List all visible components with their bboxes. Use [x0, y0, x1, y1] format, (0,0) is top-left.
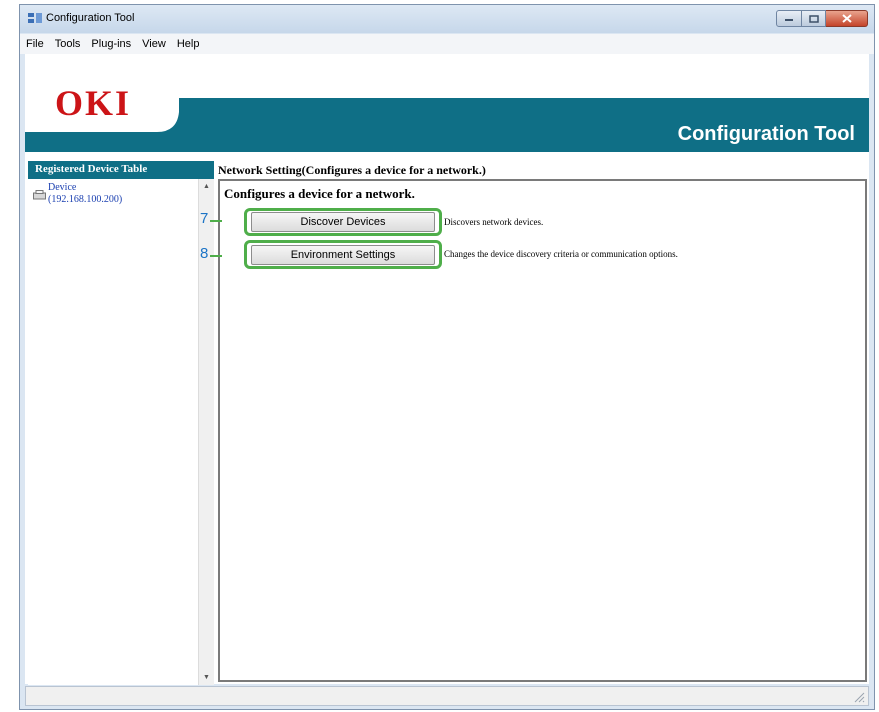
- environment-settings-button[interactable]: Environment Settings: [251, 245, 435, 265]
- maximize-button[interactable]: [802, 10, 826, 27]
- device-item-name[interactable]: Device: [48, 182, 76, 193]
- window-title: Configuration Tool: [46, 12, 135, 24]
- close-icon: [841, 14, 852, 23]
- network-setting-panel: Configures a device for a network. 7 Dis…: [200, 179, 867, 682]
- minimize-icon: [785, 18, 793, 21]
- printer-icon: [33, 190, 46, 200]
- app-icon: [28, 13, 42, 23]
- discover-devices-button[interactable]: Discover Devices: [251, 212, 435, 232]
- close-button[interactable]: [826, 10, 868, 27]
- menu-view[interactable]: View: [142, 38, 166, 50]
- menu-help[interactable]: Help: [177, 38, 200, 50]
- discover-devices-description: Discovers network devices.: [444, 217, 544, 227]
- environment-settings-description: Changes the device discovery criteria or…: [444, 249, 678, 259]
- scroll-up-arrow-icon[interactable]: ▲: [203, 183, 210, 190]
- menu-tools[interactable]: Tools: [55, 38, 81, 50]
- callout-number: 7: [200, 210, 209, 227]
- client-area: OKI Configuration Tool Registered Device…: [25, 54, 869, 685]
- app-window: Configuration Tool File Tools Plug-ins V…: [19, 4, 875, 710]
- resize-grip-icon[interactable]: [853, 691, 865, 703]
- callout-line: [210, 255, 222, 257]
- banner-title: Configuration Tool: [677, 123, 855, 145]
- title-bar[interactable]: Configuration Tool: [20, 5, 874, 33]
- menu-bar: File Tools Plug-ins View Help: [20, 34, 874, 54]
- header-banner: OKI Configuration Tool: [25, 54, 869, 152]
- status-bar: [25, 686, 869, 706]
- scroll-down-arrow-icon[interactable]: ▼: [203, 674, 210, 681]
- callout-line: [210, 220, 222, 222]
- panel-heading: Configures a device for a network.: [224, 186, 415, 201]
- callout-number: 8: [200, 245, 209, 262]
- device-item-ip[interactable]: (192.168.100.200): [48, 194, 122, 205]
- menu-file[interactable]: File: [26, 38, 44, 50]
- oki-logo: OKI: [55, 83, 132, 123]
- menu-plug-ins[interactable]: Plug-ins: [91, 38, 131, 50]
- minimize-button[interactable]: [776, 10, 802, 27]
- device-table-header: Registered Device Table: [28, 161, 214, 179]
- section-title: Network Setting(Configures a device for …: [218, 163, 486, 177]
- maximize-icon: [808, 14, 819, 23]
- device-table: Device (192.168.100.200) ▲ ▼: [28, 179, 214, 685]
